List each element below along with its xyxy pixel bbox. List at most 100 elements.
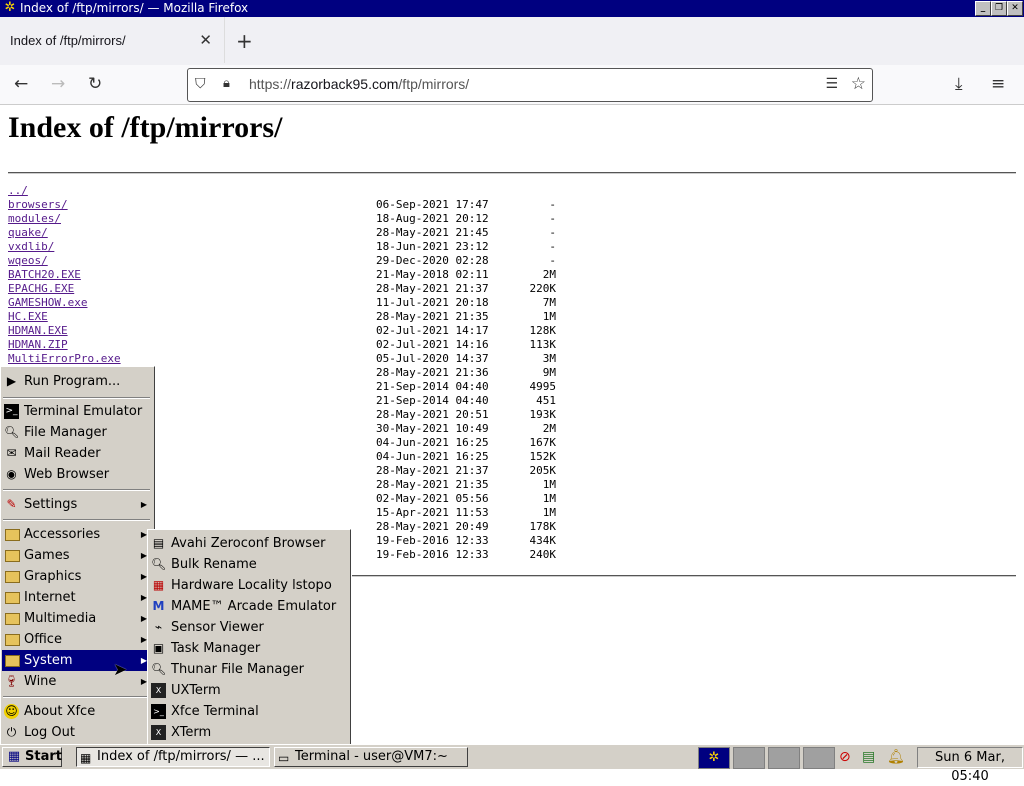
folder-icon [5, 613, 20, 625]
menu-separator [3, 519, 150, 521]
reader-view-icon[interactable]: ☰ [825, 76, 838, 92]
run-program-icon: ▶ [6, 374, 17, 388]
submenu-item-thunar[interactable]: 🔍︎ Thunar File Manager [149, 659, 349, 680]
workspace-1[interactable]: ✲ [698, 747, 730, 769]
workspace-3[interactable] [768, 747, 800, 769]
lock-icon[interactable]: 🔒︎ [223, 76, 230, 91]
menu-item-log-out[interactable]: ⏻ Log Out [2, 722, 153, 743]
file-date: 21-May-2018 02:11 [376, 268, 489, 281]
workspace-4[interactable] [803, 747, 835, 769]
menu-item-file-manager[interactable]: 🔍︎ File Manager [2, 422, 153, 443]
folder-icon [5, 634, 20, 646]
xfce-mouse-icon[interactable]: ✲ [3, 1, 17, 15]
menu-item-run-program[interactable]: ▶ Run Program... [2, 371, 153, 392]
menu-item-terminal-emulator[interactable]: >_ Terminal Emulator [2, 401, 153, 422]
back-button[interactable]: ← [14, 74, 28, 94]
forward-button[interactable]: → [51, 74, 65, 94]
file-size: 1M [542, 492, 556, 505]
mouse-cursor-icon: ➤ [113, 660, 128, 680]
menu-item-multimedia[interactable]: Multimedia ▶ [2, 608, 153, 629]
tab-strip: Index of /ftp/mirrors/ ✕ + [0, 17, 1024, 65]
file-link[interactable]: modules/ [8, 212, 61, 226]
menu-item-about-xfce[interactable]: ☺ About Xfce [2, 701, 153, 722]
file-size: 220K [529, 282, 557, 295]
bulk-rename-icon: 🔍︎ [151, 557, 167, 571]
app-menu-icon[interactable]: ≡ [991, 74, 1005, 94]
file-size: 434K [529, 534, 557, 547]
clipboard-icon[interactable]: ▤ [862, 748, 875, 766]
network-offline-icon[interactable]: ⊘ [839, 748, 851, 766]
tracking-protection-shield-icon[interactable]: ⛉ [195, 76, 206, 92]
menu-item-games[interactable]: Games ▶ [2, 545, 153, 566]
menu-item-internet[interactable]: Internet ▶ [2, 587, 153, 608]
menu-item-settings[interactable]: ✎ Settings ▶ [2, 494, 153, 515]
file-link[interactable]: ../ [8, 184, 28, 198]
url-text[interactable]: https://razorback95.com/ftp/mirrors/ [249, 76, 469, 92]
menu-separator [3, 696, 150, 698]
terminal-task-icon: ▭ [278, 751, 290, 765]
submenu-item-xterm[interactable]: X XTerm [149, 722, 349, 743]
maximize-button[interactable]: ❐ [991, 1, 1007, 16]
folder-icon [5, 550, 20, 562]
file-date: 29-Dec-2020 02:28 [376, 254, 489, 267]
task-button-firefox[interactable]: ▦ Index of /ftp/mirrors/ — ... [76, 747, 270, 767]
submenu-item-mame[interactable]: M MAME™ Arcade Emulator [149, 596, 349, 617]
bookmark-star-icon[interactable]: ☆ [851, 74, 866, 94]
system-submenu: ▤ Avahi Zeroconf Browser 🔍︎ Bulk Rename ▦ H… [147, 529, 351, 745]
file-link[interactable]: HDMAN.EXE [8, 324, 68, 338]
file-date: 19-Feb-2016 12:33 [376, 548, 489, 561]
file-link[interactable]: quake/ [8, 226, 48, 240]
submenu-item-sensor-viewer[interactable]: ⌁ Sensor Viewer [149, 617, 349, 638]
mame-icon: M [152, 599, 165, 613]
reload-button[interactable]: ↻ [88, 74, 102, 94]
task-button-terminal[interactable]: ▭ Terminal - user@VM7:~ [274, 747, 468, 767]
file-link[interactable]: HC.EXE [8, 310, 48, 324]
submenu-item-uxterm[interactable]: X UXTerm [149, 680, 349, 701]
file-link[interactable]: EPACHG.EXE [8, 282, 74, 296]
taskbar: ▦ Start ▦ Index of /ftp/mirrors/ — ... ▭… [0, 744, 1024, 784]
submenu-item-lstopo[interactable]: ▦ Hardware Locality lstopo [149, 575, 349, 596]
url-bar[interactable]: ⛉ 🔒︎ https://razorback95.com/ftp/mirrors… [187, 68, 873, 102]
folder-icon [5, 571, 20, 583]
submenu-item-xfce-terminal[interactable]: >_ Xfce Terminal [149, 701, 349, 722]
file-size: - [549, 240, 556, 253]
minimize-button[interactable]: _ [975, 1, 991, 16]
file-link[interactable]: wqeos/ [8, 254, 48, 268]
thunar-icon: 🔍︎ [151, 662, 167, 676]
menu-item-accessories[interactable]: Accessories ▶ [2, 524, 153, 545]
menu-item-office[interactable]: Office ▶ [2, 629, 153, 650]
start-button[interactable]: ▦ Start [2, 747, 62, 767]
file-link[interactable]: GAMESHOW.exe [8, 296, 87, 310]
clock[interactable]: Sun 6 Mar, 05:40 [917, 747, 1023, 784]
file-date: 19-Feb-2016 12:33 [376, 534, 489, 547]
file-size: 178K [529, 520, 557, 533]
submenu-item-bulk-rename[interactable]: 🔍︎ Bulk Rename [149, 554, 349, 575]
file-date: 28-May-2021 21:45 [376, 226, 489, 239]
file-date: 30-May-2021 10:49 [376, 422, 489, 435]
file-size: 1M [542, 478, 556, 491]
file-link[interactable]: HDMAN.ZIP [8, 338, 68, 352]
notification-bell-icon[interactable]: 🔔︎ [887, 748, 905, 766]
tab-close-icon[interactable]: ✕ [199, 31, 212, 49]
xterm-icon: X [151, 725, 166, 740]
menu-item-wine[interactable]: 🍷︎ Wine ▶ [2, 671, 153, 692]
file-link[interactable]: BATCH20.EXE [8, 268, 81, 282]
menu-item-graphics[interactable]: Graphics ▶ [2, 566, 153, 587]
submenu-item-task-manager[interactable]: ▣ Task Manager [149, 638, 349, 659]
menu-item-web-browser[interactable]: ◉ Web Browser [2, 464, 153, 485]
file-link[interactable]: MultiErrorPro.exe [8, 352, 121, 366]
submenu-item-avahi[interactable]: ▤ Avahi Zeroconf Browser [149, 533, 349, 554]
close-window-button[interactable]: ✕ [1007, 1, 1023, 16]
file-link[interactable]: browsers/ [8, 198, 68, 212]
file-date: 02-Jul-2021 14:16 [376, 338, 489, 351]
menu-item-mail-reader[interactable]: ✉ Mail Reader [2, 443, 153, 464]
workspace-2[interactable] [733, 747, 765, 769]
new-tab-button[interactable]: + [236, 29, 253, 53]
downloads-icon[interactable]: ⤓ [955, 74, 963, 94]
file-date: 05-Jul-2020 14:37 [376, 352, 489, 365]
window-titlebar[interactable]: ✲ Index of /ftp/mirrors/ — Mozilla Firef… [0, 0, 1024, 17]
menu-item-system[interactable]: System ▶ [2, 650, 153, 671]
file-link[interactable]: vxdlib/ [8, 240, 54, 254]
file-size: 1M [542, 310, 556, 323]
tab-active[interactable]: Index of /ftp/mirrors/ ✕ [0, 17, 225, 63]
